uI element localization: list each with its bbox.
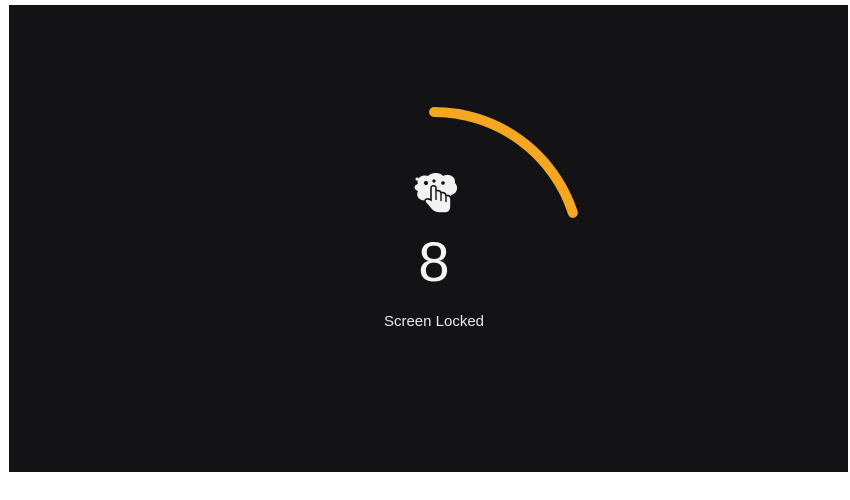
- lock-screen: 8 Screen Locked: [9, 5, 848, 472]
- screen-locked-label: Screen Locked: [383, 313, 485, 330]
- hand-touch-locked-icon: [410, 170, 460, 216]
- screen-lock-countdown: 8 Screen Locked: [9, 5, 848, 472]
- countdown-value: 8: [418, 230, 450, 293]
